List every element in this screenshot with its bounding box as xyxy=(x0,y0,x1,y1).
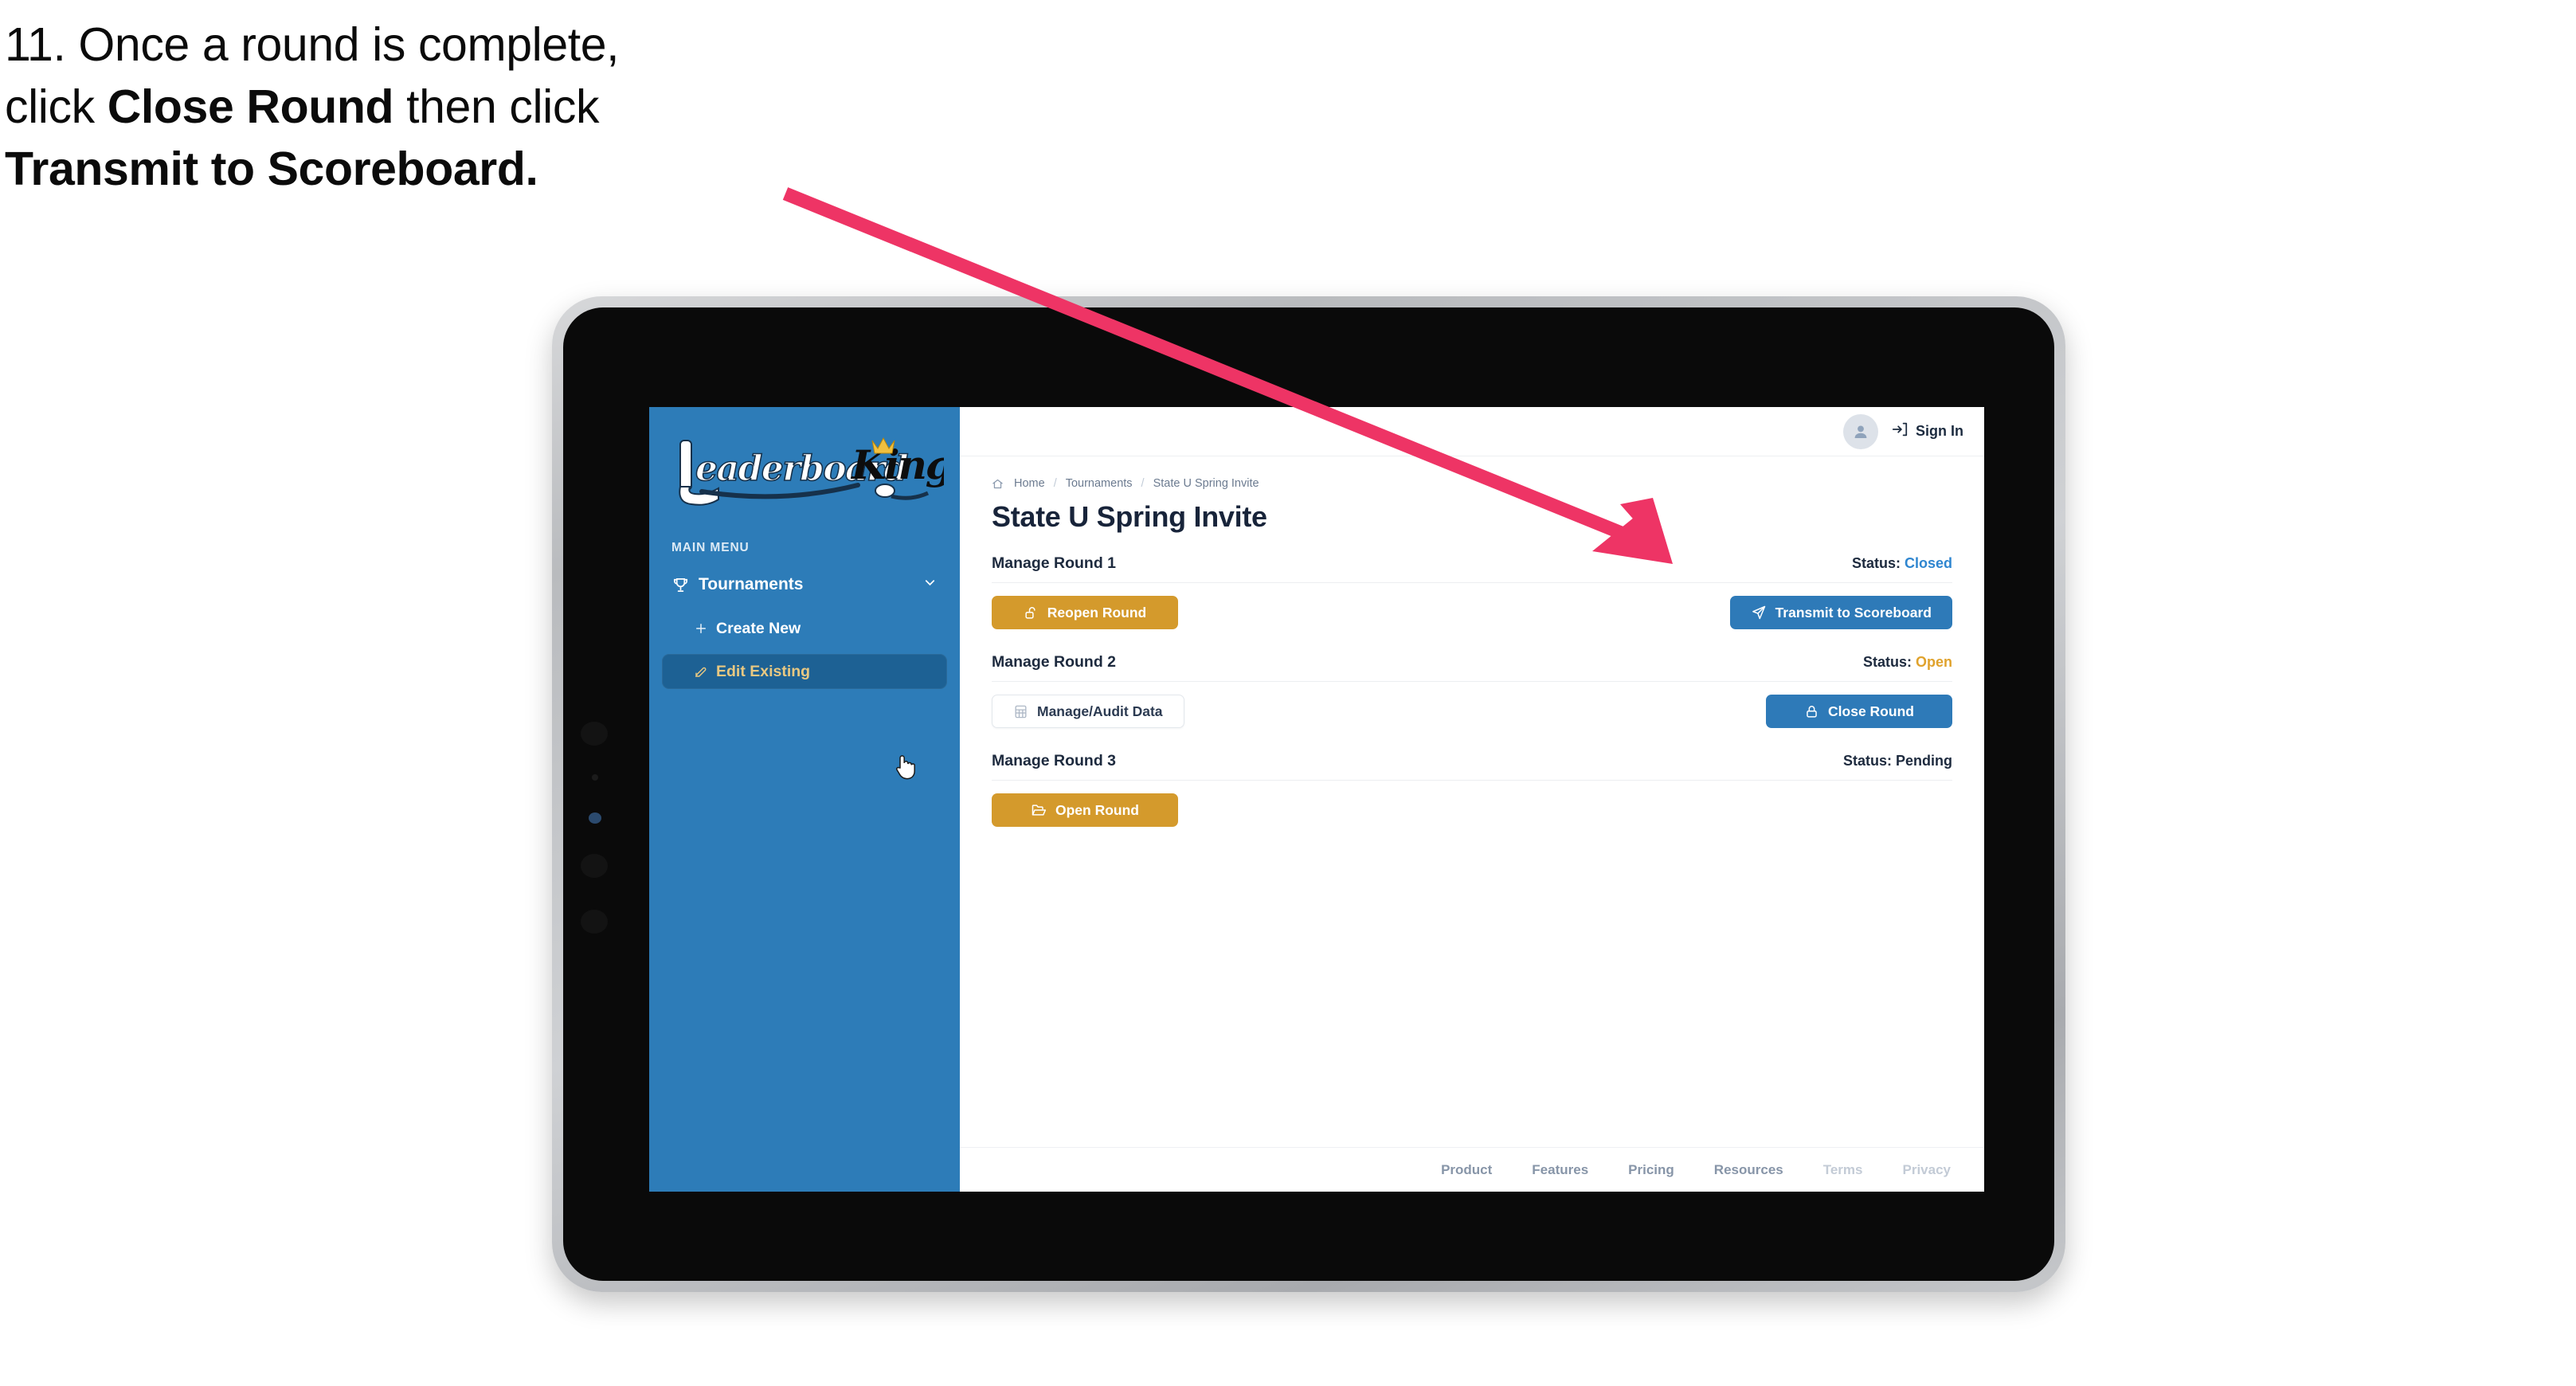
footer-link-terms[interactable]: Terms xyxy=(1823,1162,1863,1178)
round-status-label-1: Status: xyxy=(1851,555,1901,571)
tablet-device-frame: eaderboard King MAIN MENU Tournaments Cr… xyxy=(552,296,2065,1292)
round-name-2: Manage Round 2 xyxy=(992,653,1117,671)
breadcrumb-item-tournaments[interactable]: Tournaments xyxy=(1066,477,1133,490)
round-actions-3: Open Round xyxy=(992,781,1952,827)
round-header-2: Manage Round 2 Status: Open xyxy=(992,653,1952,682)
round-name-3: Manage Round 3 xyxy=(992,752,1117,769)
breadcrumb: Home / Tournaments / State U Spring Invi… xyxy=(992,477,1952,490)
instruction-line-2-prefix: click xyxy=(5,80,108,133)
page-title: State U Spring Invite xyxy=(992,500,1267,533)
content-area: Home / Tournaments / State U Spring Invi… xyxy=(960,456,1984,1147)
transmit-to-scoreboard-label: Transmit to Scoreboard xyxy=(1775,604,1932,621)
breadcrumb-separator-2: / xyxy=(1141,477,1145,490)
sidebar-item-edit-existing[interactable]: Edit Existing xyxy=(662,654,947,689)
sidebar: eaderboard King MAIN MENU Tournaments Cr… xyxy=(649,407,960,1192)
breadcrumb-separator-1: / xyxy=(1053,477,1057,490)
bezel-sensor-dot-4 xyxy=(581,910,608,934)
tablet-screen-bezel: eaderboard King MAIN MENU Tournaments Cr… xyxy=(563,307,2054,1281)
footer-link-product[interactable]: Product xyxy=(1441,1162,1492,1178)
manage-audit-data-label: Manage/Audit Data xyxy=(1037,703,1163,719)
footer-link-features[interactable]: Features xyxy=(1532,1162,1588,1178)
user-avatar-icon[interactable] xyxy=(1843,413,1878,449)
round-block-3: Manage Round 3 Status: Pending Open Roun… xyxy=(992,752,1952,827)
logo-artwork: eaderboard King xyxy=(679,437,944,506)
plus-icon xyxy=(686,621,716,636)
reopen-round-button[interactable]: Reopen Round xyxy=(992,596,1178,629)
bezel-sensor-dot-2 xyxy=(592,774,598,781)
topbar: Sign In xyxy=(960,407,1984,456)
close-round-label: Close Round xyxy=(1828,703,1914,719)
manage-audit-data-button[interactable]: Manage/Audit Data xyxy=(992,695,1184,728)
instruction-line-1: 11. Once a round is complete, xyxy=(5,18,620,71)
sidebar-item-tournaments[interactable]: Tournaments xyxy=(662,566,947,603)
sidebar-section-label: MAIN MENU xyxy=(671,541,750,554)
home-icon xyxy=(992,478,1004,490)
lock-icon xyxy=(1804,704,1819,719)
trophy-icon xyxy=(671,576,699,594)
footer: Product Features Pricing Resources Terms… xyxy=(960,1147,1984,1192)
round-header-3: Manage Round 3 Status: Pending xyxy=(992,752,1952,781)
bezel-camera-lens xyxy=(589,812,601,824)
breadcrumb-item-home[interactable]: Home xyxy=(1014,477,1045,490)
round-status-label-3: Status: xyxy=(1842,753,1892,769)
open-folder-icon xyxy=(1031,802,1047,818)
send-paper-plane-icon xyxy=(1751,605,1767,621)
chevron-down-icon[interactable] xyxy=(922,575,938,595)
instruction-line-2: click Close Round then click xyxy=(5,76,865,139)
sidebar-item-label-create-new: Create New xyxy=(716,619,801,637)
instruction-line-3: Transmit to Scoreboard. xyxy=(5,139,865,201)
footer-link-pricing[interactable]: Pricing xyxy=(1628,1162,1674,1178)
breadcrumb-item-current[interactable]: State U Spring Invite xyxy=(1153,477,1259,490)
edit-pencil-icon xyxy=(686,664,716,679)
sign-in-arrow-icon xyxy=(1891,421,1909,442)
pointing-hand-cursor xyxy=(893,751,917,780)
round-block-2: Manage Round 2 Status: Open Manage/Audit… xyxy=(992,653,1952,728)
sidebar-item-label-tournaments: Tournaments xyxy=(699,575,804,593)
bezel-sensor-dot-3 xyxy=(581,854,608,878)
unlock-icon xyxy=(1024,605,1039,621)
footer-link-resources[interactable]: Resources xyxy=(1714,1162,1783,1178)
round-status-label-2: Status: xyxy=(1862,654,1912,670)
round-actions-1: Reopen Round Transmit to Scoreboard xyxy=(992,583,1952,629)
sign-in-label: Sign In xyxy=(1916,423,1963,439)
close-round-button[interactable]: Close Round xyxy=(1766,695,1952,728)
round-block-1: Manage Round 1 Status: Closed Reopen Rou… xyxy=(992,554,1952,629)
sidebar-item-label-edit-existing: Edit Existing xyxy=(716,662,811,680)
svg-text:King: King xyxy=(850,441,944,488)
open-round-label: Open Round xyxy=(1055,801,1139,818)
screenshot-root: 11. Once a round is complete, click Clos… xyxy=(0,0,2576,1386)
round-status-1: Status: Closed xyxy=(1852,555,1952,572)
leaderboardking-logo[interactable]: eaderboard King xyxy=(660,428,944,517)
instruction-transmit-emphasis: Transmit to Scoreboard. xyxy=(5,142,538,195)
main-panel: Sign In Home / Tournaments / State U Spr… xyxy=(960,407,1984,1192)
round-name-1: Manage Round 1 xyxy=(992,554,1117,572)
reopen-round-label: Reopen Round xyxy=(1047,604,1147,621)
round-status-2: Status: Open xyxy=(1863,654,1952,671)
round-status-value-3: Pending xyxy=(1896,753,1952,769)
sign-in-button[interactable]: Sign In xyxy=(1891,421,1963,442)
open-round-button[interactable]: Open Round xyxy=(992,793,1178,827)
round-actions-2: Manage/Audit Data Close Round xyxy=(992,682,1952,728)
instruction-close-round-emphasis: Close Round xyxy=(107,80,394,133)
round-header-1: Manage Round 1 Status: Closed xyxy=(992,554,1952,583)
round-status-value-2: Open xyxy=(1915,654,1952,670)
web-app-viewport: eaderboard King MAIN MENU Tournaments Cr… xyxy=(649,407,1984,1192)
instruction-caption: 11. Once a round is complete, click Clos… xyxy=(5,14,865,201)
round-status-value-1: Closed xyxy=(1904,555,1952,571)
footer-link-privacy[interactable]: Privacy xyxy=(1903,1162,1952,1178)
round-status-3: Status: Pending xyxy=(1843,753,1952,769)
bezel-sensor-dot-1 xyxy=(581,722,608,746)
instruction-line-2-suffix: then click xyxy=(393,80,600,133)
sidebar-item-create-new[interactable]: Create New xyxy=(676,611,947,646)
transmit-to-scoreboard-button[interactable]: Transmit to Scoreboard xyxy=(1729,596,1952,629)
spreadsheet-icon xyxy=(1013,704,1028,719)
